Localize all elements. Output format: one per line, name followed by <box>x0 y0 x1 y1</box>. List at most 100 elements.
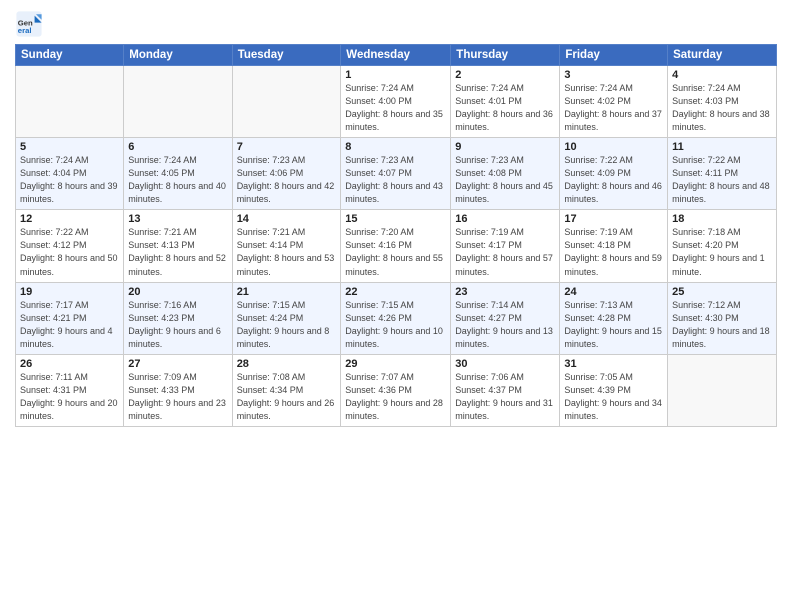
day-header-wednesday: Wednesday <box>341 45 451 66</box>
day-header-saturday: Saturday <box>668 45 777 66</box>
calendar-cell: 22Sunrise: 7:15 AMSunset: 4:26 PMDayligh… <box>341 282 451 354</box>
calendar-cell: 31Sunrise: 7:05 AMSunset: 4:39 PMDayligh… <box>560 354 668 426</box>
calendar-cell <box>232 66 341 138</box>
calendar-cell <box>124 66 232 138</box>
calendar-cell: 30Sunrise: 7:06 AMSunset: 4:37 PMDayligh… <box>451 354 560 426</box>
day-info: Sunrise: 7:17 AMSunset: 4:21 PMDaylight:… <box>20 299 119 351</box>
day-number: 24 <box>564 286 663 298</box>
day-info: Sunrise: 7:16 AMSunset: 4:23 PMDaylight:… <box>128 299 227 351</box>
calendar-cell: 13Sunrise: 7:21 AMSunset: 4:13 PMDayligh… <box>124 210 232 282</box>
week-row-3: 12Sunrise: 7:22 AMSunset: 4:12 PMDayligh… <box>16 210 777 282</box>
day-number: 31 <box>564 358 663 370</box>
day-number: 10 <box>564 141 663 153</box>
day-info: Sunrise: 7:08 AMSunset: 4:34 PMDaylight:… <box>237 371 337 423</box>
calendar-cell: 17Sunrise: 7:19 AMSunset: 4:18 PMDayligh… <box>560 210 668 282</box>
day-number: 6 <box>128 141 227 153</box>
day-number: 17 <box>564 213 663 225</box>
day-number: 8 <box>345 141 446 153</box>
calendar-body: 1Sunrise: 7:24 AMSunset: 4:00 PMDaylight… <box>16 66 777 427</box>
day-number: 9 <box>455 141 555 153</box>
day-number: 7 <box>237 141 337 153</box>
calendar-cell: 28Sunrise: 7:08 AMSunset: 4:34 PMDayligh… <box>232 354 341 426</box>
day-info: Sunrise: 7:18 AMSunset: 4:20 PMDaylight:… <box>672 226 772 278</box>
day-info: Sunrise: 7:19 AMSunset: 4:18 PMDaylight:… <box>564 226 663 278</box>
calendar-cell: 9Sunrise: 7:23 AMSunset: 4:08 PMDaylight… <box>451 138 560 210</box>
calendar-cell: 19Sunrise: 7:17 AMSunset: 4:21 PMDayligh… <box>16 282 124 354</box>
day-number: 26 <box>20 358 119 370</box>
calendar-cell: 6Sunrise: 7:24 AMSunset: 4:05 PMDaylight… <box>124 138 232 210</box>
day-info: Sunrise: 7:20 AMSunset: 4:16 PMDaylight:… <box>345 226 446 278</box>
day-info: Sunrise: 7:23 AMSunset: 4:07 PMDaylight:… <box>345 154 446 206</box>
day-info: Sunrise: 7:22 AMSunset: 4:11 PMDaylight:… <box>672 154 772 206</box>
logo-icon: Gen eral <box>15 10 43 38</box>
week-row-1: 1Sunrise: 7:24 AMSunset: 4:00 PMDaylight… <box>16 66 777 138</box>
day-info: Sunrise: 7:24 AMSunset: 4:03 PMDaylight:… <box>672 82 772 134</box>
calendar-cell: 20Sunrise: 7:16 AMSunset: 4:23 PMDayligh… <box>124 282 232 354</box>
day-info: Sunrise: 7:24 AMSunset: 4:04 PMDaylight:… <box>20 154 119 206</box>
day-number: 4 <box>672 69 772 81</box>
calendar-cell: 24Sunrise: 7:13 AMSunset: 4:28 PMDayligh… <box>560 282 668 354</box>
day-info: Sunrise: 7:22 AMSunset: 4:09 PMDaylight:… <box>564 154 663 206</box>
day-info: Sunrise: 7:19 AMSunset: 4:17 PMDaylight:… <box>455 226 555 278</box>
week-row-4: 19Sunrise: 7:17 AMSunset: 4:21 PMDayligh… <box>16 282 777 354</box>
day-header-monday: Monday <box>124 45 232 66</box>
day-info: Sunrise: 7:15 AMSunset: 4:24 PMDaylight:… <box>237 299 337 351</box>
day-number: 21 <box>237 286 337 298</box>
calendar-cell: 12Sunrise: 7:22 AMSunset: 4:12 PMDayligh… <box>16 210 124 282</box>
day-info: Sunrise: 7:11 AMSunset: 4:31 PMDaylight:… <box>20 371 119 423</box>
calendar-cell: 8Sunrise: 7:23 AMSunset: 4:07 PMDaylight… <box>341 138 451 210</box>
day-info: Sunrise: 7:24 AMSunset: 4:00 PMDaylight:… <box>345 82 446 134</box>
calendar-cell: 29Sunrise: 7:07 AMSunset: 4:36 PMDayligh… <box>341 354 451 426</box>
day-number: 13 <box>128 213 227 225</box>
header-row: SundayMondayTuesdayWednesdayThursdayFrid… <box>16 45 777 66</box>
page: Gen eral SundayMondayTuesdayWednesdayThu… <box>0 0 792 612</box>
day-header-tuesday: Tuesday <box>232 45 341 66</box>
day-info: Sunrise: 7:21 AMSunset: 4:14 PMDaylight:… <box>237 226 337 278</box>
day-number: 1 <box>345 69 446 81</box>
calendar-cell: 5Sunrise: 7:24 AMSunset: 4:04 PMDaylight… <box>16 138 124 210</box>
day-number: 20 <box>128 286 227 298</box>
day-number: 27 <box>128 358 227 370</box>
day-number: 19 <box>20 286 119 298</box>
day-number: 5 <box>20 141 119 153</box>
calendar-cell: 21Sunrise: 7:15 AMSunset: 4:24 PMDayligh… <box>232 282 341 354</box>
calendar-cell: 15Sunrise: 7:20 AMSunset: 4:16 PMDayligh… <box>341 210 451 282</box>
day-info: Sunrise: 7:24 AMSunset: 4:02 PMDaylight:… <box>564 82 663 134</box>
day-number: 15 <box>345 213 446 225</box>
day-number: 16 <box>455 213 555 225</box>
day-info: Sunrise: 7:15 AMSunset: 4:26 PMDaylight:… <box>345 299 446 351</box>
day-number: 18 <box>672 213 772 225</box>
day-info: Sunrise: 7:21 AMSunset: 4:13 PMDaylight:… <box>128 226 227 278</box>
day-info: Sunrise: 7:24 AMSunset: 4:01 PMDaylight:… <box>455 82 555 134</box>
calendar-header: SundayMondayTuesdayWednesdayThursdayFrid… <box>16 45 777 66</box>
day-info: Sunrise: 7:13 AMSunset: 4:28 PMDaylight:… <box>564 299 663 351</box>
day-number: 23 <box>455 286 555 298</box>
day-info: Sunrise: 7:22 AMSunset: 4:12 PMDaylight:… <box>20 226 119 278</box>
calendar-cell: 23Sunrise: 7:14 AMSunset: 4:27 PMDayligh… <box>451 282 560 354</box>
calendar-cell: 11Sunrise: 7:22 AMSunset: 4:11 PMDayligh… <box>668 138 777 210</box>
week-row-5: 26Sunrise: 7:11 AMSunset: 4:31 PMDayligh… <box>16 354 777 426</box>
calendar-cell: 25Sunrise: 7:12 AMSunset: 4:30 PMDayligh… <box>668 282 777 354</box>
day-number: 22 <box>345 286 446 298</box>
calendar-cell <box>668 354 777 426</box>
day-header-thursday: Thursday <box>451 45 560 66</box>
calendar-cell: 16Sunrise: 7:19 AMSunset: 4:17 PMDayligh… <box>451 210 560 282</box>
calendar-cell: 27Sunrise: 7:09 AMSunset: 4:33 PMDayligh… <box>124 354 232 426</box>
calendar-cell: 1Sunrise: 7:24 AMSunset: 4:00 PMDaylight… <box>341 66 451 138</box>
day-number: 11 <box>672 141 772 153</box>
calendar-cell: 10Sunrise: 7:22 AMSunset: 4:09 PMDayligh… <box>560 138 668 210</box>
day-number: 28 <box>237 358 337 370</box>
day-info: Sunrise: 7:23 AMSunset: 4:06 PMDaylight:… <box>237 154 337 206</box>
header: Gen eral <box>15 10 777 38</box>
calendar-cell: 2Sunrise: 7:24 AMSunset: 4:01 PMDaylight… <box>451 66 560 138</box>
day-number: 25 <box>672 286 772 298</box>
day-number: 3 <box>564 69 663 81</box>
svg-text:eral: eral <box>18 26 32 35</box>
calendar-cell <box>16 66 124 138</box>
day-number: 29 <box>345 358 446 370</box>
calendar-cell: 26Sunrise: 7:11 AMSunset: 4:31 PMDayligh… <box>16 354 124 426</box>
day-info: Sunrise: 7:09 AMSunset: 4:33 PMDaylight:… <box>128 371 227 423</box>
calendar-cell: 18Sunrise: 7:18 AMSunset: 4:20 PMDayligh… <box>668 210 777 282</box>
calendar-cell: 4Sunrise: 7:24 AMSunset: 4:03 PMDaylight… <box>668 66 777 138</box>
day-info: Sunrise: 7:14 AMSunset: 4:27 PMDaylight:… <box>455 299 555 351</box>
